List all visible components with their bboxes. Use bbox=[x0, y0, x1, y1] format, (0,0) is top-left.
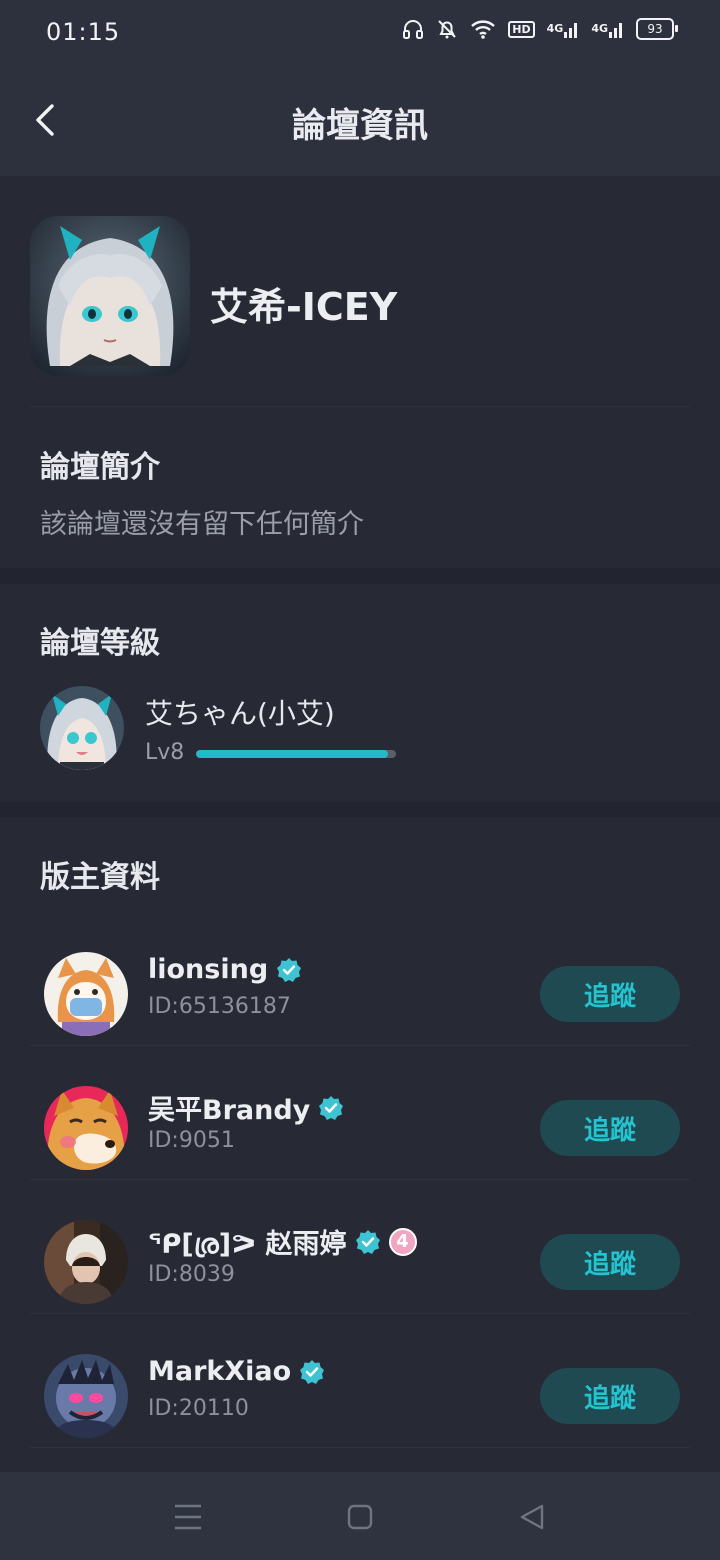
moderator-row: MarkXiao ID:20110 追蹤 bbox=[0, 1314, 720, 1448]
triangle-back-icon bbox=[520, 1504, 544, 1530]
verified-icon bbox=[300, 1359, 325, 1384]
system-nav-bar bbox=[0, 1472, 720, 1560]
menu-nav-button[interactable] bbox=[171, 1500, 205, 1534]
moderators-title: 版主資料 bbox=[40, 860, 160, 895]
follow-button[interactable]: 追蹤 bbox=[540, 1234, 680, 1290]
level-progress-fill bbox=[196, 750, 388, 758]
moderators-section: 版主資料 lionsing ID:65136187 追蹤 吴平Brandy ID… bbox=[0, 818, 720, 1472]
square-icon bbox=[347, 1504, 373, 1530]
moderator-id: ID:65136187 bbox=[148, 994, 291, 1019]
moderator-row: 吴平Brandy ID:9051 追蹤 bbox=[0, 1046, 720, 1180]
verified-icon bbox=[277, 957, 302, 982]
wifi-icon bbox=[470, 18, 496, 40]
forum-name: 艾希-ICEY bbox=[210, 285, 398, 329]
moderator-id: ID:9051 bbox=[148, 1128, 235, 1153]
page-title: 論壇資訊 bbox=[292, 106, 428, 146]
follow-button[interactable]: 追蹤 bbox=[540, 1100, 680, 1156]
level-name: 艾ちゃん(小艾) bbox=[145, 697, 335, 730]
verified-icon bbox=[355, 1229, 380, 1254]
bell-muted-icon bbox=[436, 18, 458, 40]
menu-icon bbox=[175, 1504, 201, 1530]
level-title: 論壇等級 bbox=[40, 626, 160, 661]
follow-button[interactable]: 追蹤 bbox=[540, 966, 680, 1022]
moderator-name: 吴平Brandy bbox=[148, 1088, 344, 1127]
moderator-row: lionsing ID:65136187 追蹤 bbox=[0, 912, 720, 1046]
status-bar: 01:15 HD 4G 4G 93 bbox=[0, 0, 720, 64]
app-bar: 論壇資訊 bbox=[0, 64, 720, 176]
verified-icon bbox=[319, 1095, 344, 1120]
divider bbox=[30, 406, 690, 407]
level-label: Lv8 bbox=[145, 740, 185, 765]
moderator-row: ᕿ[ര്ര]ᕗ 赵雨婷 4 ID:8039 追蹤 bbox=[0, 1180, 720, 1314]
level-progress-bar bbox=[196, 750, 396, 758]
follow-button[interactable]: 追蹤 bbox=[540, 1368, 680, 1424]
forum-icon bbox=[30, 216, 190, 376]
headphones-icon bbox=[402, 18, 424, 40]
back-nav-button[interactable] bbox=[515, 1500, 549, 1534]
avatar[interactable] bbox=[44, 952, 128, 1036]
level-badge: 4 bbox=[388, 1227, 417, 1256]
avatar[interactable] bbox=[44, 1354, 128, 1438]
moderator-id: ID:20110 bbox=[148, 1396, 249, 1421]
moderator-name: lionsing bbox=[148, 954, 302, 985]
intro-text: 該論壇還沒有留下任何簡介 bbox=[40, 509, 364, 540]
forum-level-section: 論壇等級 艾ちゃん(小艾) Lv8 bbox=[0, 584, 720, 802]
divider bbox=[30, 1447, 690, 1448]
intro-title: 論壇簡介 bbox=[40, 450, 160, 485]
signal-icon-1: 4G bbox=[547, 19, 580, 39]
signal-icon-2: 4G bbox=[591, 19, 624, 39]
avatar[interactable] bbox=[44, 1220, 128, 1304]
battery-icon: 93 bbox=[636, 18, 678, 40]
status-icons: HD 4G 4G 93 bbox=[402, 18, 678, 40]
level-avatar bbox=[40, 686, 124, 770]
moderator-name: MarkXiao bbox=[148, 1356, 325, 1387]
hd-voice-icon: HD bbox=[508, 20, 535, 38]
home-nav-button[interactable] bbox=[343, 1500, 377, 1534]
forum-info-section: 艾希-ICEY 論壇簡介 該論壇還沒有留下任何簡介 bbox=[0, 176, 720, 568]
avatar[interactable] bbox=[44, 1086, 128, 1170]
moderator-name: ᕿ[ര്ര]ᕗ 赵雨婷 4 bbox=[148, 1222, 417, 1261]
moderator-id: ID:8039 bbox=[148, 1262, 235, 1287]
status-time: 01:15 bbox=[46, 18, 121, 46]
